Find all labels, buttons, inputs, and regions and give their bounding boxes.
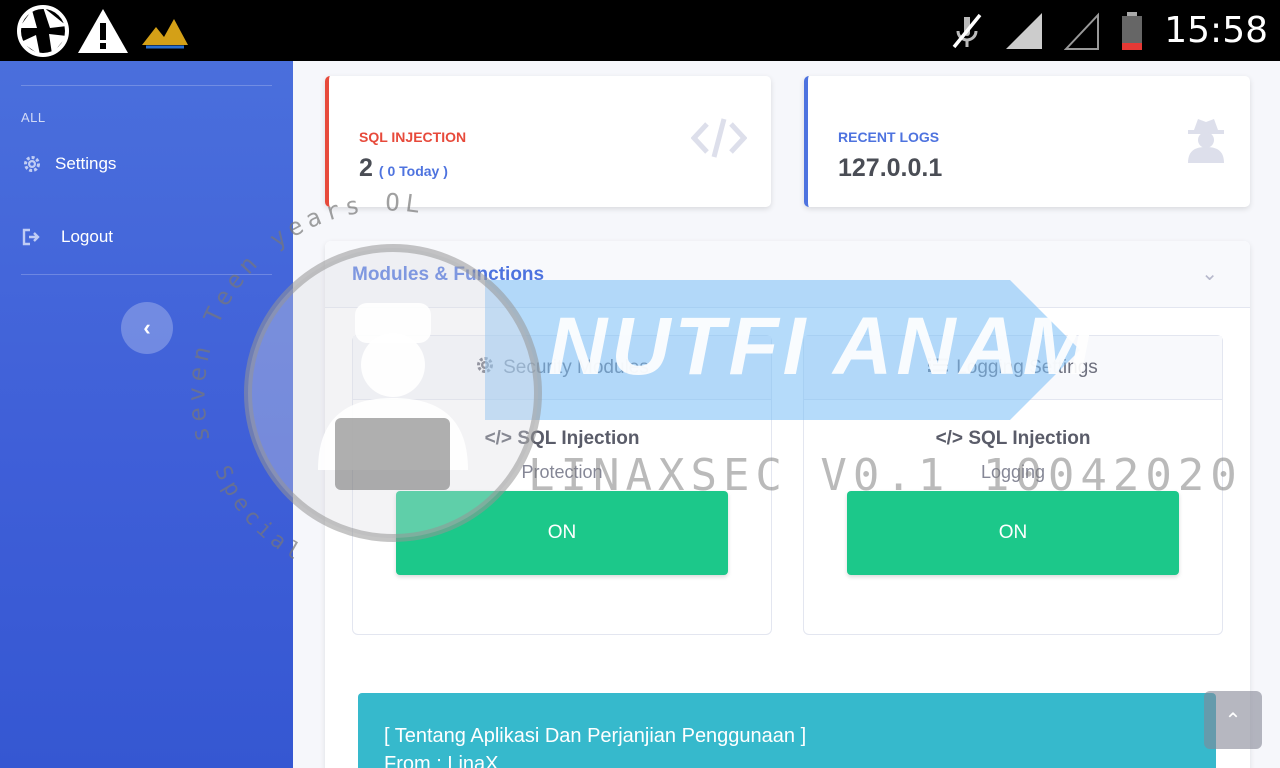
logging-settings-header: Logging Settings <box>804 336 1222 400</box>
no-signal-icon <box>1064 11 1100 50</box>
warning-icon <box>78 9 128 53</box>
recent-logs-card: RECENT LOGS 127.0.0.1 <box>804 76 1250 207</box>
card-label: RECENT LOGS <box>838 129 940 145</box>
status-bar: 15:58 <box>0 0 1280 61</box>
about-author: From : LinaX <box>384 753 499 768</box>
security-modules-card: Security Modules </> SQL Injection Prote… <box>352 335 772 635</box>
modules-header[interactable]: Modules & Functions ⌄ <box>325 241 1250 308</box>
clock: 15:58 <box>1164 10 1268 51</box>
logging-settings-title: Logging Settings <box>956 356 1098 378</box>
scroll-to-top-button[interactable]: ⌃ <box>1204 691 1262 749</box>
status-bar-system: 15:58 <box>950 0 1268 61</box>
chevron-down-icon[interactable]: ⌄ <box>1201 261 1218 286</box>
signal-icon <box>1006 12 1043 49</box>
code-icon <box>690 116 748 165</box>
card-value: 127.0.0.1 <box>838 154 943 182</box>
app-logo <box>142 19 188 49</box>
feature-title: </> SQL Injection <box>353 428 771 450</box>
about-title: [ Tentang Aplikasi Dan Perjanjian Penggu… <box>384 725 807 747</box>
feature-subtitle: Protection <box>521 462 603 482</box>
chevron-up-icon: ⌃ <box>1224 709 1242 732</box>
list-icon <box>928 357 949 379</box>
sidebar-item-label: Settings <box>55 154 117 173</box>
about-alert: [ Tentang Aplikasi Dan Perjanjian Penggu… <box>358 693 1216 768</box>
sql-injection-card: SQL INJECTION 2 ( 0 Today ) <box>325 76 771 207</box>
sidebar-heading: ALL <box>21 110 46 125</box>
security-modules-header: Security Modules <box>353 336 771 400</box>
code-icon: </> <box>935 428 964 449</box>
card-label: SQL INJECTION <box>359 129 467 145</box>
mute-icon <box>952 13 982 48</box>
logging-settings-card: Logging Settings </> SQL Injection Loggi… <box>803 335 1223 635</box>
logging-toggle-button[interactable]: ON <box>847 491 1179 575</box>
sidebar-divider <box>21 274 272 275</box>
feature-title: </> SQL Injection <box>804 428 1222 450</box>
sidebar-divider <box>21 85 272 86</box>
feature-name: SQL Injection <box>968 428 1091 449</box>
chevron-left-icon: ‹ <box>143 315 151 340</box>
status-bar-notifications <box>16 4 194 58</box>
sidebar-item-settings[interactable]: Settings <box>21 153 116 175</box>
sidebar-item-logout[interactable]: Logout <box>21 226 113 248</box>
modules-panel: Modules & Functions ⌄ Security Modules <… <box>325 241 1250 768</box>
user-secret-icon <box>1186 116 1226 169</box>
modules-title: Modules & Functions <box>352 264 545 285</box>
sidebar-toggle-button[interactable]: ‹ <box>121 302 173 354</box>
gear-icon <box>21 153 43 175</box>
gear-icon <box>475 355 495 381</box>
protection-toggle-button[interactable]: ON <box>396 491 728 575</box>
feature-name: SQL Injection <box>517 428 640 449</box>
code-icon: </> <box>484 428 513 449</box>
sidebar-item-label: Logout <box>61 227 113 246</box>
feature-subtitle: Logging <box>980 462 1046 482</box>
card-today-count: ( 0 Today ) <box>378 163 448 179</box>
battery-low-icon <box>1122 11 1143 50</box>
sidebar: ALL Settings Logout ‹ <box>0 61 293 768</box>
aperture-icon <box>17 5 69 57</box>
card-value: 2 ( 0 Today ) <box>359 154 448 183</box>
card-count: 2 <box>359 154 373 182</box>
security-modules-title: Security Modules <box>503 356 649 378</box>
logout-icon <box>21 226 43 248</box>
main-content: SQL INJECTION 2 ( 0 Today ) RECENT LOGS 1… <box>293 61 1280 768</box>
